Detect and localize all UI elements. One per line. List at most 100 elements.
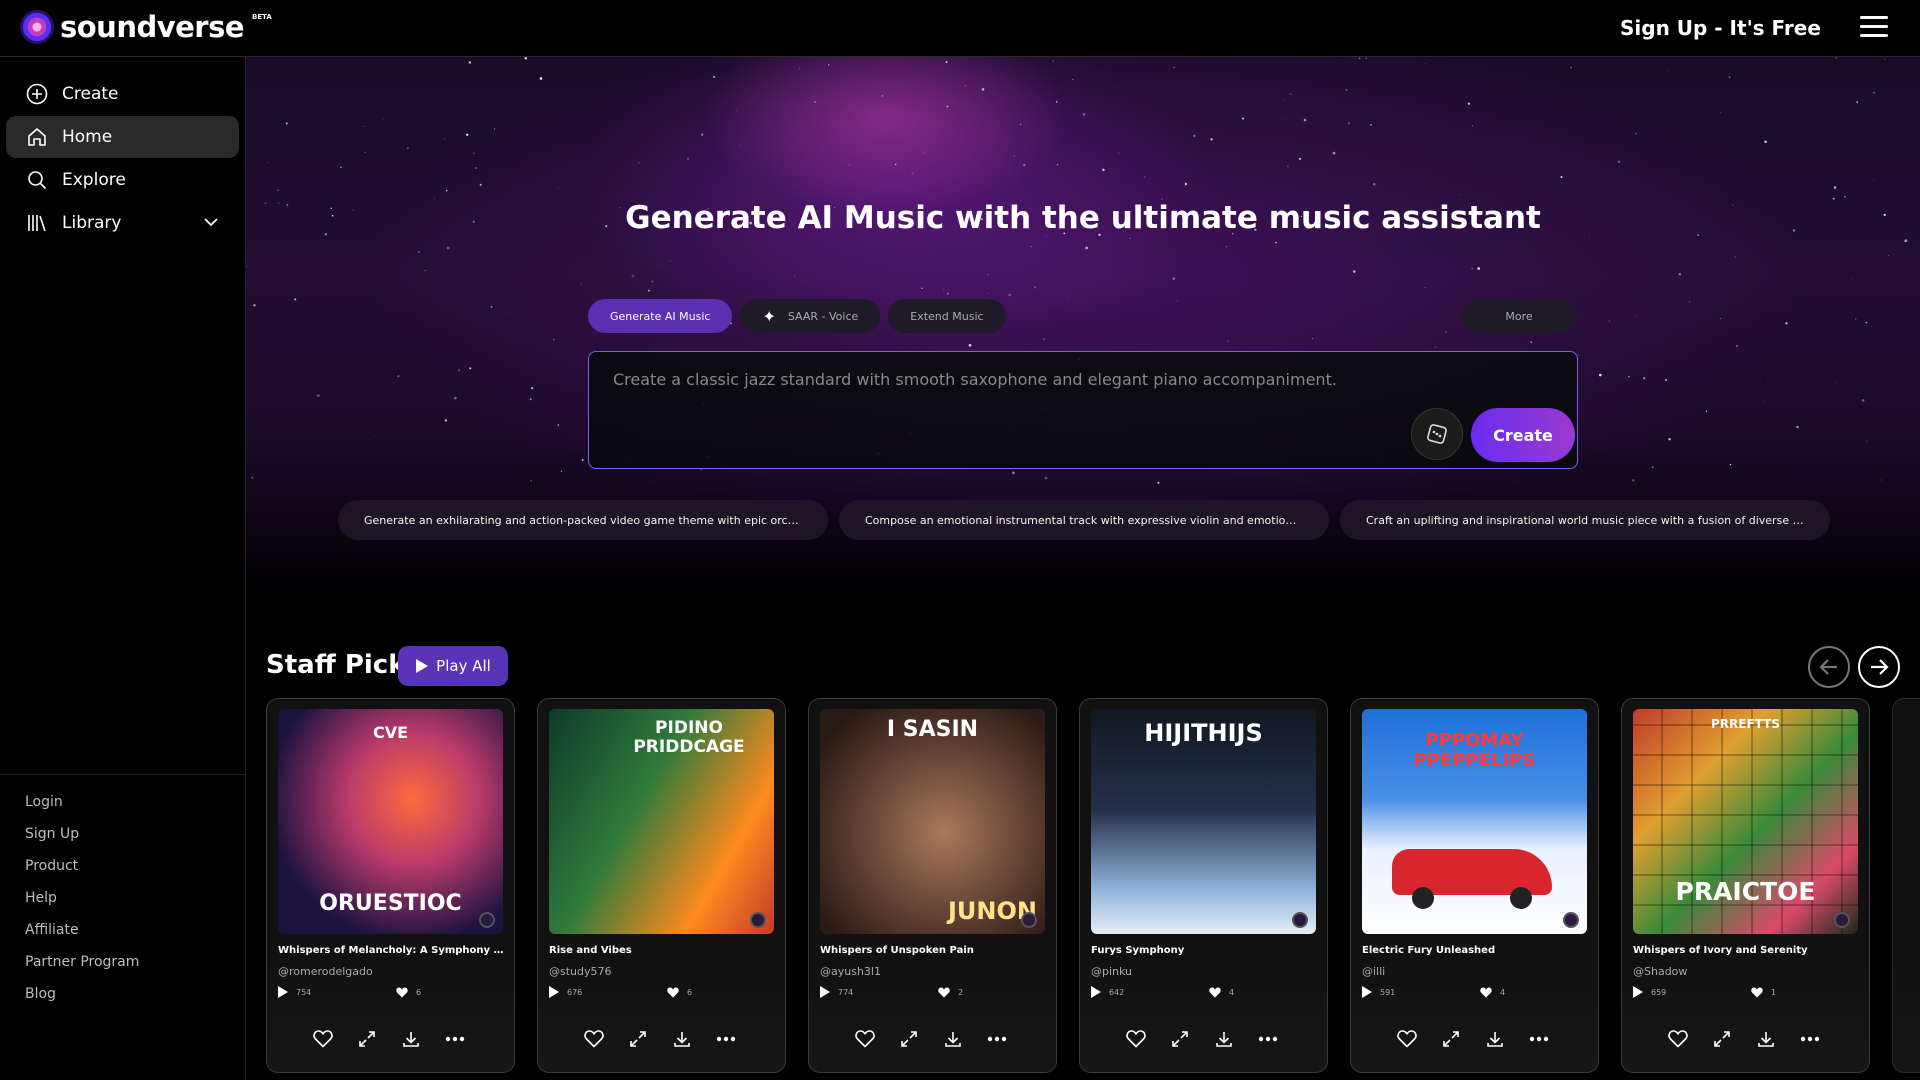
sidebar-item-label: Home [62, 127, 113, 147]
play-count: 642 [1109, 987, 1125, 997]
footer-link-help[interactable]: Help [0, 887, 246, 919]
more-options-icon[interactable] [716, 1029, 736, 1049]
footer-link-product[interactable]: Product [0, 855, 246, 887]
more-options-icon[interactable] [445, 1029, 465, 1049]
sidebar-item-explore[interactable]: Explore [6, 159, 239, 201]
star [740, 144, 742, 146]
track-title[interactable]: Furys Symphony [1091, 945, 1319, 956]
track-card[interactable]: PRREFTTS PRAICTOE Whispers of Ivory and … [1621, 698, 1870, 1073]
footer-link-login[interactable]: Login [0, 791, 246, 823]
download-icon[interactable] [943, 1029, 963, 1049]
track-author[interactable]: @ayush3l1 [820, 965, 881, 978]
heart-icon[interactable] [1397, 1029, 1417, 1049]
create-button[interactable]: Create [1471, 408, 1575, 462]
tab-extend-music[interactable]: Extend Music [888, 299, 1006, 333]
suggestion-chip[interactable]: Compose an emotional instrumental track … [839, 500, 1329, 540]
heart-icon[interactable] [584, 1029, 604, 1049]
track-artwork[interactable]: PPPOMAY PPEPPELIPS [1362, 709, 1587, 934]
star [987, 274, 989, 276]
footer-link-blog[interactable]: Blog [0, 983, 246, 1015]
more-tab[interactable]: More [1461, 299, 1577, 333]
library-icon [26, 212, 48, 234]
track-card[interactable]: HIJITHIJS Furys Symphony @pinku 642 4 [1079, 698, 1328, 1073]
random-prompt-button[interactable] [1411, 408, 1463, 460]
footer-link-affiliate[interactable]: Affiliate [0, 919, 246, 951]
download-icon[interactable] [672, 1029, 692, 1049]
expand-icon[interactable] [628, 1029, 648, 1049]
star [1118, 152, 1120, 154]
track-card[interactable]: I SASIN JUNON Whispers of Unspoken Pain … [808, 698, 1057, 1073]
expand-icon[interactable] [899, 1029, 919, 1049]
brand-logo[interactable]: soundverse BETA [20, 10, 272, 44]
heart-icon[interactable] [1126, 1029, 1146, 1049]
footer-link-signup[interactable]: Sign Up [0, 823, 246, 855]
track-title[interactable]: Whispers of Melancholy: A Symphony Unvei… [278, 945, 506, 956]
expand-icon[interactable] [1170, 1029, 1190, 1049]
tab-generate-ai-music[interactable]: Generate AI Music [588, 299, 733, 333]
track-card[interactable]: PIDINO PRIDDCAGE Rise and Vibes @study57… [537, 698, 786, 1073]
hamburger-icon[interactable] [1860, 16, 1888, 40]
heart-icon[interactable] [855, 1029, 875, 1049]
star [454, 396, 457, 400]
like-count: 4 [1500, 987, 1506, 997]
track-artwork[interactable]: I SASIN JUNON [820, 709, 1045, 934]
download-icon[interactable] [401, 1029, 421, 1049]
track-artwork[interactable]: HIJITHIJS [1091, 709, 1316, 934]
track-title[interactable]: Whispers of Ivory and Serenity [1633, 945, 1861, 956]
carousel-next-button[interactable] [1858, 646, 1900, 688]
sidebar-item-home[interactable]: Home [6, 116, 239, 158]
star [814, 101, 817, 104]
heart-icon[interactable] [313, 1029, 333, 1049]
sidebar-item-library[interactable]: Library [6, 202, 239, 244]
artwork-badge [750, 912, 766, 928]
expand-icon[interactable] [1441, 1029, 1461, 1049]
more-options-icon[interactable] [987, 1029, 1007, 1049]
home-icon [26, 126, 48, 148]
more-options-icon[interactable] [1800, 1029, 1820, 1049]
star [1424, 62, 1426, 64]
track-card[interactable]: CVE ORUESTIOC Whispers of Melancholy: A … [266, 698, 515, 1073]
track-author[interactable]: @pinku [1091, 965, 1132, 978]
carousel-prev-button[interactable] [1808, 646, 1850, 688]
track-artwork[interactable]: PIDINO PRIDDCAGE [549, 709, 774, 934]
suggestion-chip[interactable]: Craft an uplifting and inspirational wor… [1340, 500, 1830, 540]
star [1608, 320, 1611, 322]
track-card[interactable]: PPPOMAY PPEPPELIPS Electric Fury Unleash… [1350, 698, 1599, 1073]
star [277, 189, 280, 192]
sidebar-item-create[interactable]: Create [6, 73, 239, 115]
expand-icon[interactable] [357, 1029, 377, 1049]
track-card-partial[interactable] [1892, 698, 1920, 1073]
expand-icon[interactable] [1712, 1029, 1732, 1049]
track-artwork[interactable]: PRREFTTS PRAICTOE [1633, 709, 1858, 934]
star [1734, 256, 1736, 258]
track-author[interactable]: @illi [1362, 965, 1385, 978]
signup-link[interactable]: Sign Up - It's Free [1620, 16, 1821, 40]
track-author[interactable]: @study576 [549, 965, 612, 978]
download-icon[interactable] [1756, 1029, 1776, 1049]
star [1030, 245, 1033, 248]
sidebar-nav: Create Home Explore Library [0, 57, 245, 244]
prompt-input[interactable] [613, 370, 1413, 389]
tab-saar-voice[interactable]: ✦ SAAR - Voice [740, 299, 881, 333]
download-icon[interactable] [1485, 1029, 1505, 1049]
star [490, 306, 493, 308]
like-count: 6 [416, 987, 422, 997]
heart-icon[interactable] [1668, 1029, 1688, 1049]
download-icon[interactable] [1214, 1029, 1234, 1049]
play-all-button[interactable]: Play All [398, 646, 508, 686]
more-options-icon[interactable] [1258, 1029, 1278, 1049]
app-root: Generate AI Music with the ultimate musi… [0, 0, 1920, 1080]
suggestion-chip[interactable]: Generate an exhilarating and action-pack… [338, 500, 828, 540]
track-title[interactable]: Rise and Vibes [549, 945, 777, 956]
more-options-icon[interactable] [1529, 1029, 1549, 1049]
track-artwork[interactable]: CVE ORUESTIOC [278, 709, 503, 934]
like-count-icon [1480, 987, 1492, 997]
play-count: 676 [567, 987, 583, 997]
footer-link-partner-program[interactable]: Partner Program [0, 951, 246, 983]
track-title[interactable]: Electric Fury Unleashed [1362, 945, 1590, 956]
track-title[interactable]: Whispers of Unspoken Pain [820, 945, 1048, 956]
track-author[interactable]: @romerodelgado [278, 965, 373, 978]
chevron-down-icon[interactable] [203, 214, 219, 235]
star [1742, 301, 1744, 302]
track-author[interactable]: @Shadow [1633, 965, 1687, 978]
